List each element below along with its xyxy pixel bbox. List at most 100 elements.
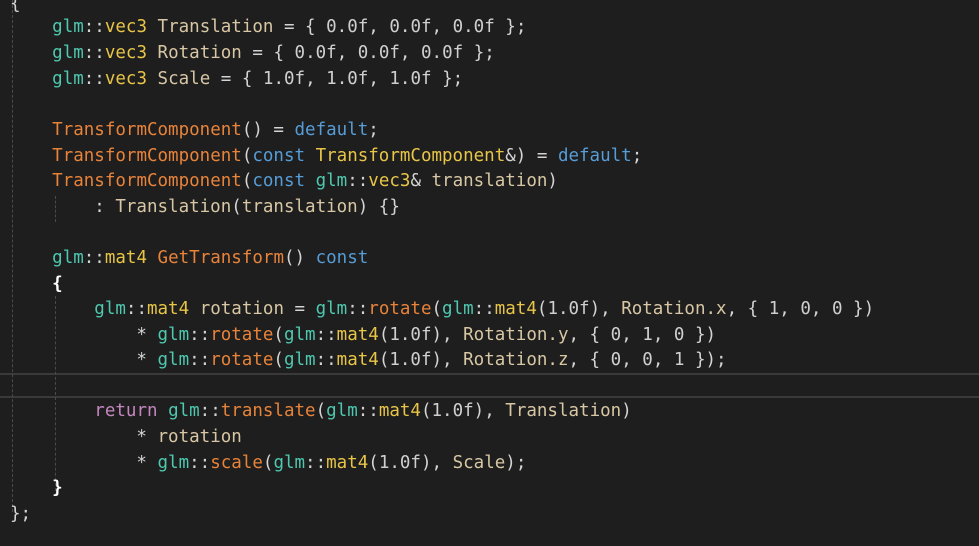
code-editor[interactable]: { glm::vec3 Translation = { 0.0f, 0.0f, … — [0, 0, 979, 546]
code-token: Translation — [505, 401, 622, 421]
code-token: () = — [241, 120, 295, 140]
code-token: :: — [473, 299, 495, 319]
code-token: ( — [315, 401, 327, 421]
code-token: const — [252, 146, 306, 166]
code-line[interactable]: } — [10, 475, 63, 501]
code-token: 1.0f — [378, 453, 421, 473]
code-token: ( — [262, 453, 274, 473]
code-token: ) — [547, 171, 558, 191]
code-token: ) {} — [357, 197, 400, 217]
code-token: Rotation.x — [621, 299, 727, 319]
code-token: * — [10, 427, 158, 447]
code-line[interactable]: * rotation — [10, 424, 242, 450]
code-token: glm — [157, 350, 190, 370]
code-token: 0 — [800, 299, 811, 319]
code-token: :: — [83, 43, 105, 63]
code-token: ), — [431, 325, 464, 345]
code-token: , — [810, 299, 832, 319]
code-token: } — [52, 478, 63, 498]
code-line[interactable]: TransformComponent(const glm::vec3& tran… — [10, 168, 558, 194]
code-token: :: — [315, 350, 337, 370]
code-token: translate — [220, 401, 316, 421]
code-token: 1 — [673, 350, 685, 370]
code-token: , — [431, 17, 453, 37]
code-token: const — [315, 248, 369, 268]
code-token: glm — [326, 401, 358, 421]
code-line[interactable]: glm::mat4 rotation = glm::rotate(glm::ma… — [10, 296, 874, 322]
code-token: }) — [842, 299, 875, 319]
code-token: mat4 — [336, 350, 379, 370]
code-token: rotate — [368, 299, 432, 319]
code-token: 1 — [768, 299, 780, 319]
code-token: :: — [357, 401, 379, 421]
code-token: , — [621, 350, 643, 370]
code-token: Scale — [452, 453, 506, 473]
code-line[interactable]: * glm::rotate(glm::mat4(1.0f), Rotation.… — [10, 322, 716, 348]
code-token: :: — [189, 350, 211, 370]
code-token: const — [252, 171, 306, 191]
code-token: Rotation — [157, 43, 242, 63]
code-line[interactable]: glm::vec3 Translation = { 0.0f, 0.0f, 0.… — [10, 14, 526, 40]
code-token: ), — [473, 401, 506, 421]
code-line[interactable]: glm::vec3 Scale = { 1.0f, 1.0f, 1.0f }; — [10, 66, 463, 92]
code-token: :: — [83, 248, 105, 268]
code-line[interactable]: : Translation(translation) {} — [10, 194, 400, 220]
code-line[interactable]: * glm::scale(glm::mat4(1.0f), Scale); — [10, 450, 526, 476]
code-line[interactable]: return glm::translate(glm::mat4(1.0f), T… — [10, 398, 631, 424]
code-line[interactable]: TransformComponent() = default; — [10, 117, 379, 143]
code-token: () — [283, 248, 316, 268]
code-token: 0.0f — [421, 43, 464, 63]
code-token: 1.0f — [262, 69, 306, 89]
code-token: , { — [726, 299, 769, 319]
code-token: , — [652, 325, 674, 345]
code-line[interactable]: TransformComponent(const TransformCompon… — [10, 143, 642, 169]
code-token: }; — [431, 69, 464, 89]
code-token: ( — [368, 453, 379, 473]
code-token: glm — [168, 401, 200, 421]
code-token: glm — [157, 453, 190, 473]
code-token: 1.0f — [431, 401, 474, 421]
code-token: Rotation.z — [463, 350, 569, 370]
code-token: ( — [241, 146, 253, 166]
code-token: , { — [568, 325, 611, 345]
code-token: mat4 — [494, 299, 537, 319]
code-token: , — [368, 69, 390, 89]
code-line[interactable]: glm::vec3 Rotation = { 0.0f, 0.0f, 0.0f … — [10, 40, 495, 66]
code-token: vec3 — [104, 17, 147, 37]
code-token: ), — [420, 453, 453, 473]
code-line[interactable]: glm::mat4 GetTransform() const — [10, 245, 368, 271]
code-token: ( — [420, 401, 432, 421]
code-token: ( — [536, 299, 548, 319]
code-token: , — [368, 17, 390, 37]
current-line-highlight — [0, 373, 979, 398]
code-token: glm — [52, 43, 84, 63]
code-token: :: — [305, 453, 327, 473]
code-token: Translation — [115, 197, 232, 217]
code-token: ( — [431, 299, 443, 319]
code-line[interactable]: }; — [10, 501, 31, 527]
code-token: rotate — [210, 325, 274, 345]
code-line[interactable]: * glm::rotate(glm::mat4(1.0f), Rotation.… — [10, 347, 726, 373]
code-token: vec3 — [104, 69, 147, 89]
code-token: glm — [157, 325, 190, 345]
code-token: : — [10, 197, 116, 217]
code-line[interactable]: { — [10, 271, 63, 297]
code-token: 0.0f — [452, 17, 495, 37]
code-token: 1.0f — [326, 69, 369, 89]
code-token: 1.0f — [389, 69, 432, 89]
code-token: &) = — [505, 146, 558, 166]
code-token: , { — [568, 350, 611, 370]
code-token: rotation — [157, 427, 242, 447]
code-token: ), — [431, 350, 464, 370]
code-token: ); — [505, 453, 527, 473]
code-token: ( — [241, 171, 253, 191]
